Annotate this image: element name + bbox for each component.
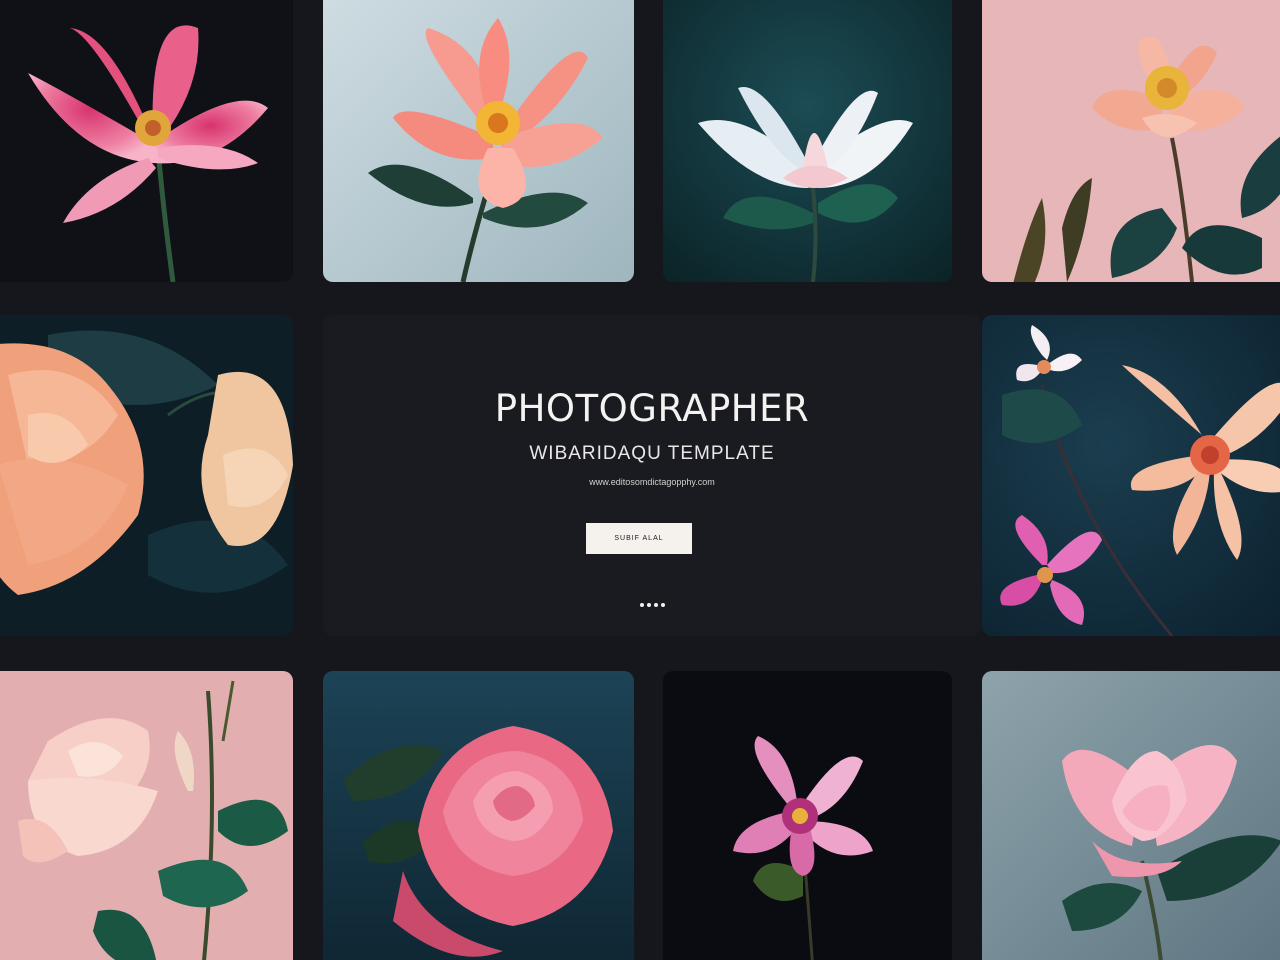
magenta-blossom-image xyxy=(663,671,952,960)
peach-peony-image xyxy=(982,0,1280,282)
coral-flower-image xyxy=(323,0,634,282)
carousel-dot-3[interactable] xyxy=(653,603,658,607)
hero-subtitle: WIBARIDAQU TEMPLATE xyxy=(529,443,775,464)
gallery-tile-peach-daisy[interactable] xyxy=(982,315,1280,636)
hero-website-link[interactable]: www.editosomdictagopphy.com xyxy=(323,477,981,487)
pink-peony-image xyxy=(982,671,1280,960)
gallery-tile-peach-peony[interactable] xyxy=(982,0,1280,282)
gallery-tile-pink-rose[interactable] xyxy=(323,671,634,960)
light-pink-rose-image xyxy=(0,671,293,960)
carousel-dot-4[interactable] xyxy=(660,603,665,607)
carousel-dots xyxy=(323,603,981,607)
page: PHOTOGRAPHER WIBARIDAQU TEMPLATE www.edi… xyxy=(0,0,1280,960)
peach-daisy-image xyxy=(982,315,1280,636)
gallery-tile-white-blossom[interactable] xyxy=(663,0,952,282)
gallery-tile-magenta-blossom[interactable] xyxy=(663,671,952,960)
peach-rose-image xyxy=(0,315,293,636)
gallery-tile-peach-rose[interactable] xyxy=(0,315,293,636)
hero-cta-button[interactable]: SUBIF ALAL xyxy=(586,523,692,554)
pink-magnolia-image xyxy=(0,0,293,282)
gallery-tile-pink-magnolia[interactable] xyxy=(0,0,293,282)
carousel-dot-2[interactable] xyxy=(646,603,651,607)
gallery-tile-pink-peony[interactable] xyxy=(982,671,1280,960)
pink-rose-image xyxy=(323,671,634,960)
hero-panel: PHOTOGRAPHER WIBARIDAQU TEMPLATE www.edi… xyxy=(323,315,981,636)
white-blossom-image xyxy=(663,0,952,282)
gallery-tile-coral-flower[interactable] xyxy=(323,0,634,282)
gallery-tile-light-pink-rose[interactable] xyxy=(0,671,293,960)
carousel-dot-1[interactable] xyxy=(639,603,644,607)
hero-title: PHOTOGRAPHER xyxy=(494,387,810,430)
